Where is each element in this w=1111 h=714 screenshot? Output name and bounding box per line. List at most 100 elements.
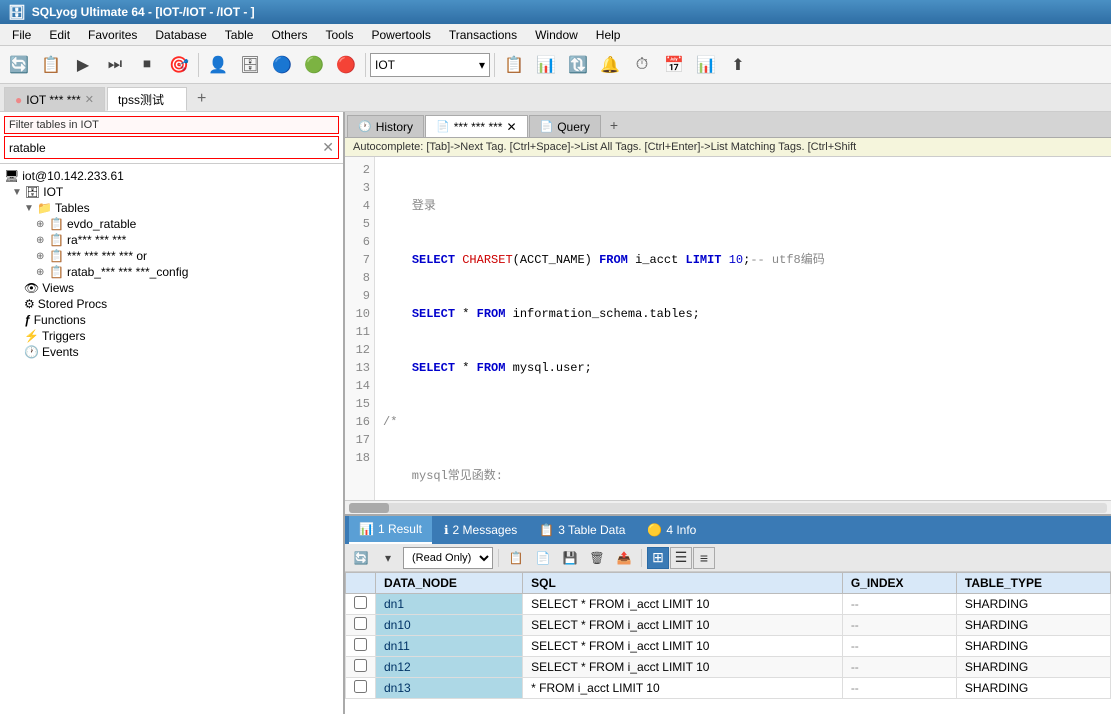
title-text: SQLyog Ultimate 64 - [IOT-/IOT - /IOT - … [32, 5, 255, 19]
read-only-select[interactable]: (Read Only) Editable [403, 547, 493, 569]
t4-icon: 📋 [49, 265, 64, 279]
menu-item-tools[interactable]: Tools [317, 26, 361, 44]
result-paste-btn[interactable]: 📄 [531, 547, 555, 569]
row-sql: * FROM i_acct LIMIT 10 [523, 678, 843, 699]
toolbar-notify-btn[interactable]: 🔔 [595, 50, 625, 80]
db-selector[interactable]: IOT ▾ [370, 53, 490, 77]
menu-item-edit[interactable]: Edit [41, 26, 78, 44]
result-sep-1 [498, 549, 499, 567]
result-tab-3[interactable]: 📋 3 Table Data [529, 516, 635, 544]
result-tab-2[interactable]: ℹ 2 Messages [434, 516, 527, 544]
result-table-container[interactable]: DATA_NODE SQL G_INDEX TABLE_TYPE dn1 SEL… [345, 572, 1111, 714]
filter-input[interactable] [5, 139, 318, 157]
tab-iot[interactable]: ● IOT *** *** ✕ [4, 87, 105, 111]
menu-item-database[interactable]: Database [147, 26, 214, 44]
bottom-panel: 📊 1 Result ℹ 2 Messages 📋 3 Table Data 🟡… [345, 514, 1111, 714]
tree-server-label: iot@10.142.233.61 [22, 169, 124, 183]
tree-functions[interactable]: ƒ Functions [0, 312, 343, 328]
toolbar-user-btn[interactable]: 👤 [203, 50, 233, 80]
menu-item-window[interactable]: Window [527, 26, 586, 44]
row-checkbox[interactable] [346, 657, 376, 678]
h-scroll[interactable] [345, 500, 1111, 514]
query-tab-query[interactable]: 📄 Query [529, 115, 601, 137]
history-icon: 🕐 [358, 120, 372, 133]
result-tab-4[interactable]: 🟡 4 Info [637, 516, 706, 544]
row-sql: SELECT * FROM i_acct LIMIT 10 [523, 594, 843, 615]
toolbar-timer-btn[interactable]: ⏱ [627, 50, 657, 80]
tree-server[interactable]: 🖥 iot@10.142.233.61 [0, 168, 343, 184]
row-checkbox[interactable] [346, 678, 376, 699]
row-checkbox[interactable] [346, 615, 376, 636]
code-content[interactable]: 登录 SELECT CHARSET(ACCT_NAME) FROM i_acct… [375, 157, 1111, 500]
result-export-btn[interactable]: 📤 [612, 547, 636, 569]
menu-item-favorites[interactable]: Favorites [80, 26, 145, 44]
row-checkbox[interactable] [346, 636, 376, 657]
toolbar-next-btn[interactable]: ⏭ [100, 50, 130, 80]
tree-table-evdo[interactable]: ⊕ 📋 evdo_ratable [0, 216, 343, 232]
row-data-node: dn10 [376, 615, 523, 636]
toolbar-schema-btn[interactable]: 📋 [499, 50, 529, 80]
result-tab-3-icon: 📋 [539, 523, 554, 537]
menu-item-file[interactable]: File [4, 26, 39, 44]
result-refresh-btn[interactable]: 🔄 [349, 547, 373, 569]
toolbar-stop-btn[interactable]: ⏹ [132, 50, 162, 80]
result-tbody: dn1 SELECT * FROM i_acct LIMIT 10 -- SHA… [346, 594, 1111, 699]
toolbar-calendar-btn[interactable]: 📅 [659, 50, 689, 80]
query-tab-active[interactable]: 📄 *** *** *** ✕ [425, 115, 527, 137]
toolbar-red-btn[interactable]: 🔴 [331, 50, 361, 80]
row-g-index: -- [842, 594, 956, 615]
text-view-btn[interactable]: ≡ [693, 547, 715, 569]
tab-add-btn[interactable]: + [189, 87, 214, 111]
main-layout: Filter tables in IOT ✕ 🖥 iot@10.142.233.… [0, 112, 1111, 714]
procs-icon: ⚙ [24, 297, 35, 311]
result-copy-btn[interactable]: 📋 [504, 547, 528, 569]
tree-triggers[interactable]: ⚡ Triggers [0, 328, 343, 344]
toolbar-play-btn[interactable]: ▶ [68, 50, 98, 80]
t3-icon: 📋 [49, 249, 64, 263]
filter-clear-btn[interactable]: ✕ [318, 137, 338, 158]
result-save-btn[interactable]: 💾 [558, 547, 582, 569]
tree-events-label: Events [42, 345, 79, 359]
toolbar-db-btn[interactable]: 🗄 [235, 50, 265, 80]
toolbar-copy-btn[interactable]: 📋 [36, 50, 66, 80]
functions-icon: ƒ [24, 313, 31, 327]
row-table-type: SHARDING [956, 615, 1110, 636]
toolbar-blue-btn[interactable]: 🔵 [267, 50, 297, 80]
query-tab-add-btn[interactable]: + [602, 115, 626, 135]
active-tab-close[interactable]: ✕ [506, 120, 516, 134]
menu-item-others[interactable]: Others [263, 26, 315, 44]
toolbar-target-btn[interactable]: 🎯 [164, 50, 194, 80]
tree-views[interactable]: 👁 Views [0, 280, 343, 296]
result-delete-btn[interactable]: 🗑 [585, 547, 609, 569]
query-tab-history[interactable]: 🕐 History [347, 115, 424, 137]
row-checkbox[interactable] [346, 594, 376, 615]
tree-table-config[interactable]: ⊕ 📋 ratab_*** *** ***_config [0, 264, 343, 280]
code-editor[interactable]: 2 3 4 5 6 7 8 9 10 11 12 13 14 15 16 17 [345, 157, 1111, 500]
toolbar-upload-btn[interactable]: ⬆ [723, 50, 753, 80]
tree-db[interactable]: ▼ 🗄 IOT [0, 184, 343, 200]
toolbar-sync-btn[interactable]: 🔃 [563, 50, 593, 80]
toolbar-chart-btn[interactable]: 📊 [691, 50, 721, 80]
toolbar-refresh-btn[interactable]: 🔄 [4, 50, 34, 80]
row-g-index: -- [842, 636, 956, 657]
tree-table-ra[interactable]: ⊕ 📋 ra*** *** *** [0, 232, 343, 248]
tab-tpss[interactable]: tpss测试 [107, 87, 187, 111]
toolbar-green-btn[interactable]: 🟢 [299, 50, 329, 80]
toolbar-table-btn[interactable]: 📊 [531, 50, 561, 80]
menu-item-transactions[interactable]: Transactions [441, 26, 525, 44]
tree-events[interactable]: 🕐 Events [0, 344, 343, 360]
tab-iot-close[interactable]: ✕ [85, 93, 94, 106]
result-menu-btn[interactable]: ▾ [376, 547, 400, 569]
t2-expand: ⊕ [36, 235, 46, 246]
tree-table-masked[interactable]: ⊕ 📋 *** *** *** *** or [0, 248, 343, 264]
menu-item-powertools[interactable]: Powertools [363, 26, 438, 44]
row-sql: SELECT * FROM i_acct LIMIT 10 [523, 615, 843, 636]
grid-view-btn[interactable]: ⊞ [647, 547, 669, 569]
menu-item-help[interactable]: Help [588, 26, 629, 44]
list-view-btn[interactable]: ☰ [670, 547, 692, 569]
tree-tables[interactable]: ▼ 📁 Tables [0, 200, 343, 216]
tables-icon: 📁 [37, 201, 52, 215]
result-tab-1[interactable]: 📊 1 Result [349, 516, 432, 544]
tree-stored-procs[interactable]: ⚙ Stored Procs [0, 296, 343, 312]
menu-item-table[interactable]: Table [217, 26, 262, 44]
